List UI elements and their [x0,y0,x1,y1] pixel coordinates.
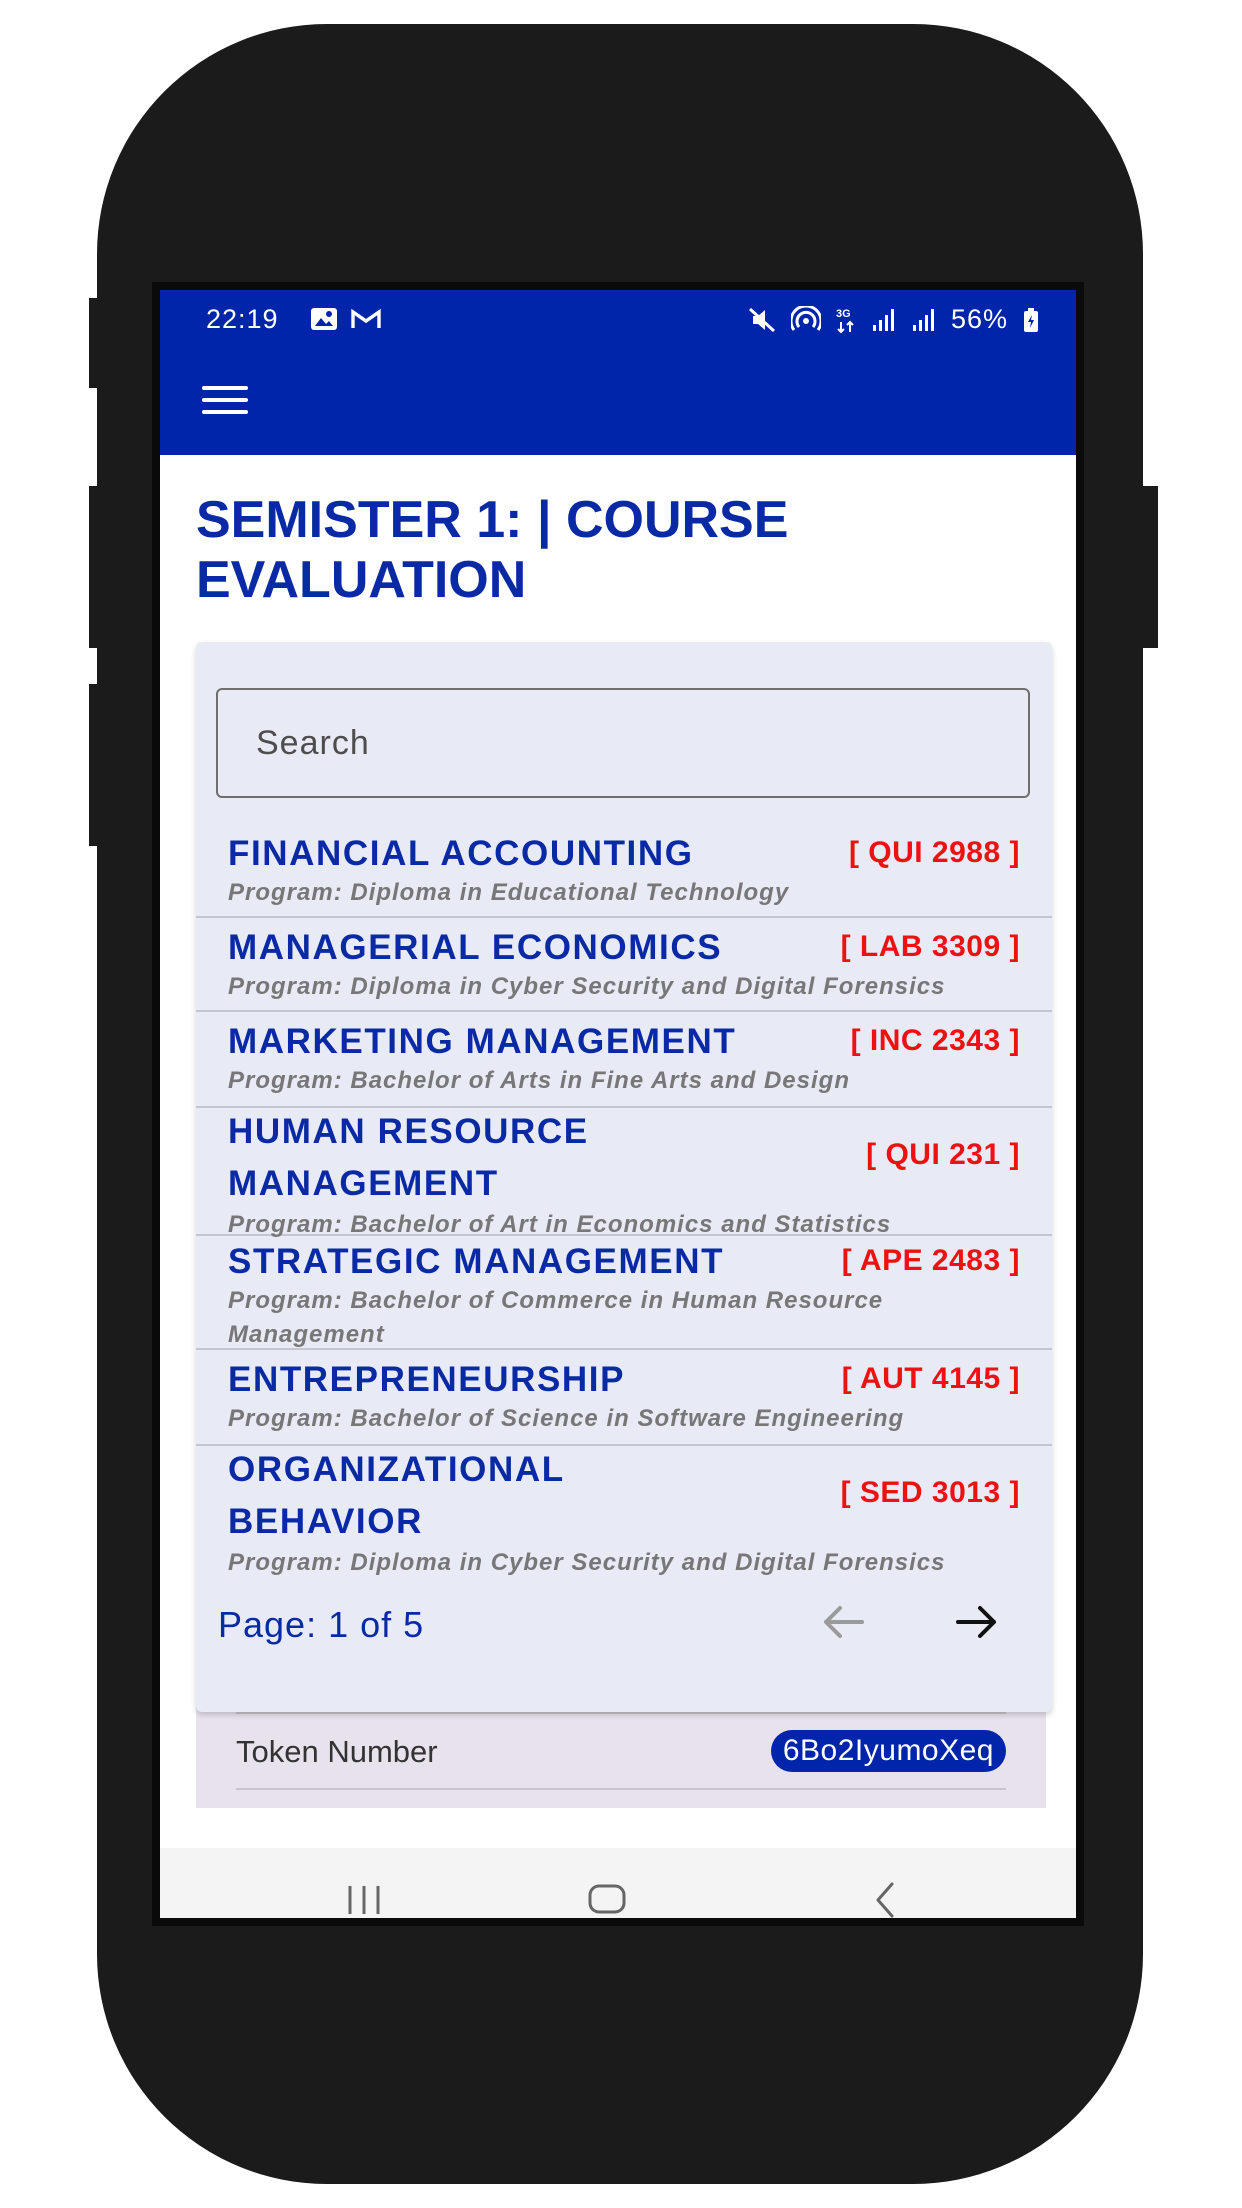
course-program: Program: Diploma in Cyber Security and D… [228,973,946,1000]
course-code: [ AUT 4145 ] [841,1362,1020,1395]
token-number-label: Token Number [236,1734,438,1769]
hotspot-icon [790,305,821,331]
token-number-badge: 6Bo2IyumoXeq [770,1730,1006,1772]
signal-strength-icon-sim2 [912,308,934,331]
network-3g-icon: 3G [836,308,854,333]
course-name: ENTREPRENEURSHIP [228,1360,626,1399]
course-code: [ LAB 3309 ] [840,930,1020,963]
course-name: FINANCIAL ACCOUNTING [228,834,694,873]
battery-percentage: 56% [950,304,1008,334]
phone-screen: 22:19 3G 56% SEMISTER 1: | COURSE EVALUA… [152,282,1084,1926]
search-input[interactable] [216,688,1030,798]
page-title: SEMISTER 1: | COURSE EVALUATION [196,491,789,609]
signal-strength-icon-sim1 [872,308,894,331]
course-list-item[interactable]: HUMAN RESOURCE MANAGEMENT [ QUI 231 ] Pr… [196,1108,1052,1238]
hamburger-menu-icon[interactable] [202,386,248,416]
mute-icon [748,307,775,332]
course-program: Program: Diploma in Educational Technolo… [228,879,790,906]
course-code: [ APE 2483 ] [841,1244,1020,1277]
home-icon[interactable] [588,1884,626,1914]
course-list-item[interactable]: ENTREPRENEURSHIP [ AUT 4145 ] Program: B… [196,1350,1052,1446]
course-list-item[interactable]: FINANCIAL ACCOUNTING [ QUI 2988 ] Progra… [196,822,1052,918]
status-time: 22:19 [206,304,279,334]
course-list-item[interactable]: MANAGERIAL ECONOMICS [ LAB 3309 ] Progra… [196,918,1052,1012]
course-code: [ QUI 231 ] [866,1138,1020,1171]
course-program: Program: Diploma in Cyber Security and D… [228,1549,946,1576]
course-list-card: FINANCIAL ACCOUNTING [ QUI 2988 ] Progra… [196,642,1052,1712]
previous-page-arrow-icon[interactable] [818,1600,868,1644]
divider [236,1788,1006,1790]
course-name: MANAGERIAL ECONOMICS [228,928,723,967]
app-screen: 22:19 3G 56% SEMISTER 1: | COURSE EVALUA… [160,290,1076,1918]
course-name: ORGANIZATIONAL BEHAVIOR [228,1450,565,1541]
course-program: Program: Bachelor of Science in Software… [228,1405,905,1432]
course-name: MARKETING MANAGEMENT [228,1022,737,1061]
gmail-notification-icon [351,308,381,328]
back-icon[interactable] [870,1880,900,1918]
course-list-item[interactable]: MARKETING MANAGEMENT [ INC 2343 ] Progra… [196,1012,1052,1108]
course-name: STRATEGIC MANAGEMENT [228,1242,725,1281]
next-page-arrow-icon[interactable] [952,1600,1002,1644]
pagination-label: Page: 1 of 5 [218,1604,425,1645]
course-list-item[interactable]: STRATEGIC MANAGEMENT [ APE 2483 ] Progra… [196,1236,1052,1350]
system-navigation-bar [160,1848,1076,1918]
course-code: [ SED 3013 ] [840,1476,1020,1509]
recent-apps-icon[interactable] [344,1884,384,1916]
svg-text:3G: 3G [836,308,851,320]
app-bar: 22:19 3G 56% [160,290,1076,455]
course-list-item[interactable]: ORGANIZATIONAL BEHAVIOR [ SED 3013 ] Pro… [196,1446,1052,1578]
status-bar: 22:19 3G 56% [160,290,1076,346]
course-code: [ QUI 2988 ] [848,836,1020,869]
battery-icon [1024,307,1038,332]
course-program: Program: Bachelor of Arts in Fine Arts a… [228,1067,850,1094]
gallery-notification-icon [311,308,337,330]
divider [236,1712,1006,1714]
course-program: Program: Bachelor of Commerce in Human R… [228,1287,884,1348]
course-name: HUMAN RESOURCE MANAGEMENT [228,1112,589,1203]
course-code: [ INC 2343 ] [850,1024,1020,1057]
